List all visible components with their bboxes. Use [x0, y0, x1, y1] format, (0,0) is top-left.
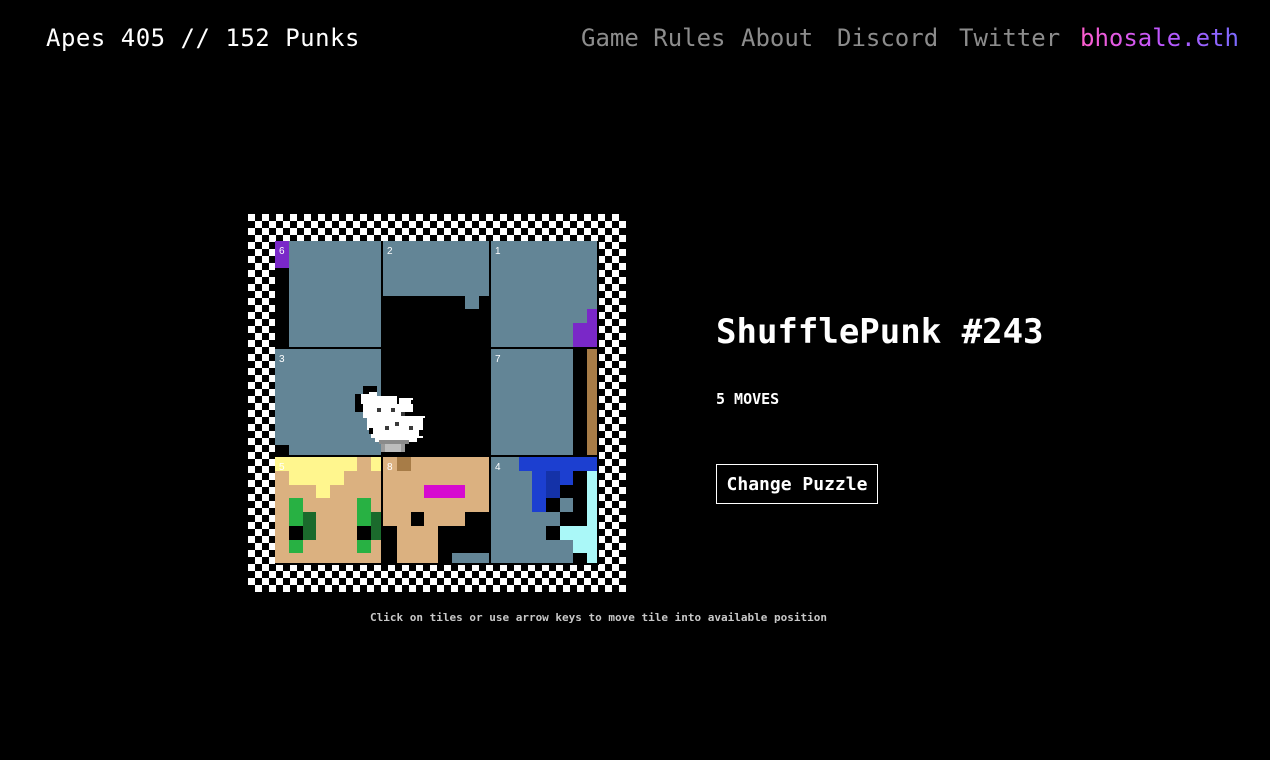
- nav-about[interactable]: About: [741, 24, 813, 52]
- puzzle-grid: 6 2 1 3 7 5 8 4: [275, 241, 599, 565]
- puzzle-tile-4[interactable]: 4: [491, 457, 597, 563]
- puzzle-title: ShufflePunk #243: [716, 312, 1044, 352]
- puzzle-tile-6[interactable]: 6: [275, 241, 381, 347]
- puzzle-tile-2[interactable]: 2: [383, 241, 489, 347]
- puzzle-board: 6 2 1 3 7 5 8 4: [248, 214, 626, 592]
- tile-number: 6: [279, 246, 285, 257]
- tile-number: 8: [387, 462, 393, 473]
- change-puzzle-button[interactable]: Change Puzzle: [716, 464, 878, 504]
- nav-discord[interactable]: Discord: [837, 24, 938, 52]
- nav-bhosale-eth[interactable]: bhosale.eth: [1080, 24, 1239, 52]
- puzzle-tile-1[interactable]: 1: [491, 241, 597, 347]
- tile-number: 3: [279, 354, 285, 365]
- hand-cursor-icon: [355, 386, 429, 452]
- puzzle-tile-7[interactable]: 7: [491, 349, 597, 455]
- tile-number: 1: [495, 246, 501, 257]
- nav-twitter[interactable]: Twitter: [959, 24, 1060, 52]
- puzzle-tile-5[interactable]: 5: [275, 457, 381, 563]
- tile-number: 7: [495, 354, 501, 365]
- top-nav: Game Rules About Discord Twitter bhosale…: [0, 24, 1270, 58]
- tile-number: 4: [495, 462, 501, 473]
- instructions-text: Click on tiles or use arrow keys to move…: [370, 611, 827, 624]
- tile-number: 2: [387, 246, 393, 257]
- puzzle-tile-8[interactable]: 8: [383, 457, 489, 563]
- tile-number: 5: [279, 462, 285, 473]
- moves-counter: 5 MOVES: [716, 390, 780, 408]
- nav-game-rules[interactable]: Game Rules: [581, 24, 726, 52]
